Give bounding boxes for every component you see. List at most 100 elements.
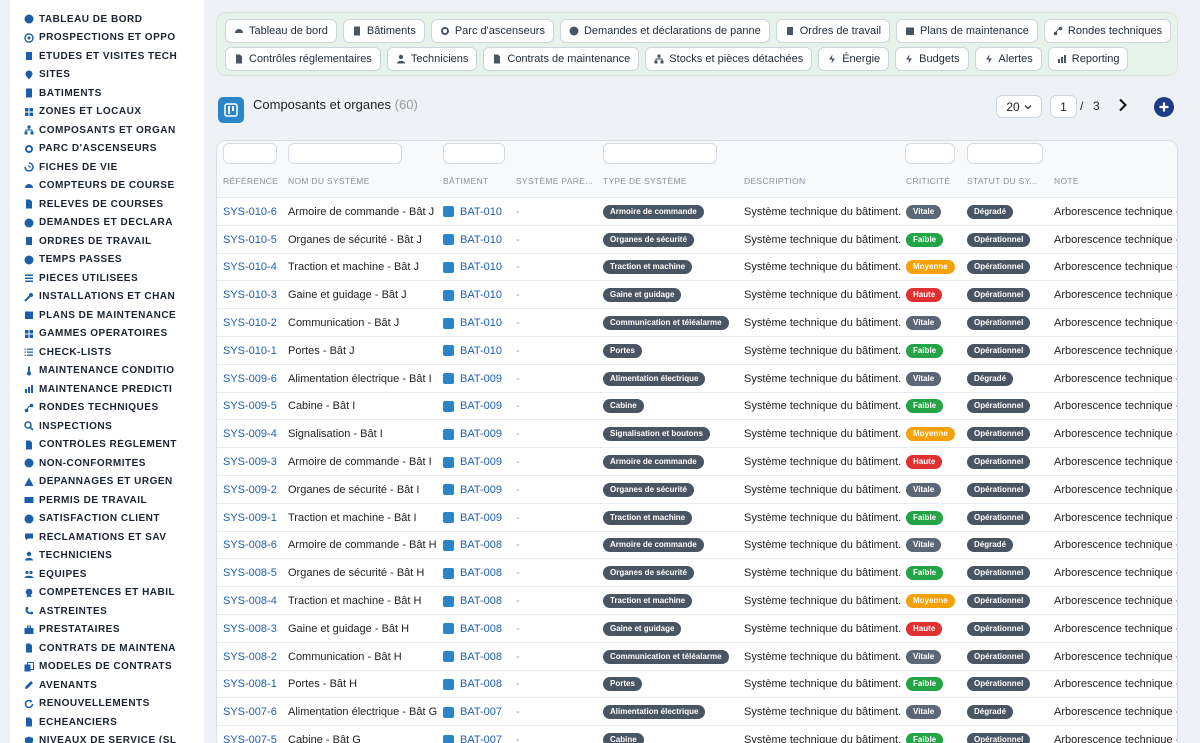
nav-row2-button-0[interactable]: Contrôles réglementaires <box>225 47 381 71</box>
building-link[interactable]: BAT-010 <box>443 198 511 226</box>
nav-row1-button-6[interactable]: Rondes techniques <box>1043 19 1172 43</box>
table-row[interactable]: SYS-008-1 Portes - Bât H BAT-008 - Portes Sys… <box>217 671 1177 699</box>
table-row[interactable]: SYS-008-6 Armoire de commande - Bât H BAT-… <box>217 532 1177 560</box>
table-row[interactable]: SYS-009-4 Signalisation - Bât I BAT-009 - Si… <box>217 420 1177 449</box>
building-link[interactable]: BAT-007 <box>443 726 511 743</box>
table-row[interactable]: SYS-010-5 Organes de sécurité - Bât J BAT-… <box>217 226 1177 254</box>
nav-row1-button-1[interactable]: Bâtiments <box>342 19 425 43</box>
reference-link[interactable]: SYS-008-3 <box>223 615 283 643</box>
table-row[interactable]: SYS-010-1 Portes - Bât J BAT-010 - Portes Sys… <box>217 337 1177 365</box>
sidebar-item-9[interactable]: COMPTEURS DE COURSE <box>10 177 204 196</box>
nav-row2-button-5[interactable]: Budgets <box>895 47 969 71</box>
sidebar-item-0[interactable]: TABLEAU DE BORD <box>10 10 204 29</box>
column-header-0[interactable]: RÉFÉRENCE <box>223 176 283 186</box>
filter-statut[interactable] <box>967 143 1043 164</box>
reference-link[interactable]: SYS-008-4 <box>223 587 283 615</box>
nav-row1-button-3[interactable]: Demandes et déclarations de panne <box>559 19 770 43</box>
sidebar-item-7[interactable]: PARC D'ASCENSEURS <box>10 140 204 159</box>
table-row[interactable]: SYS-008-2 Communication - Bât H BAT-008 - Co… <box>217 643 1177 671</box>
sidebar-item-30[interactable]: ÉQUIPES <box>10 565 204 584</box>
nav-row2-button-3[interactable]: Stocks et pièces détachées <box>645 47 813 71</box>
building-link[interactable]: BAT-008 <box>443 615 511 643</box>
table-row[interactable]: SYS-010-2 Communication - Bât J BAT-010 - Co… <box>217 309 1177 337</box>
filter-reference[interactable] <box>223 143 277 164</box>
reference-link[interactable]: SYS-010-2 <box>223 309 283 337</box>
reference-link[interactable]: SYS-009-6 <box>223 365 283 393</box>
building-link[interactable]: BAT-010 <box>443 337 511 365</box>
nav-row2-button-7[interactable]: Reporting <box>1047 47 1129 71</box>
nav-row1-button-0[interactable]: Tableau de bord <box>225 19 337 43</box>
building-link[interactable]: BAT-010 <box>443 281 511 309</box>
nav-row2-button-1[interactable]: Techniciens <box>386 47 478 71</box>
building-link[interactable]: BAT-008 <box>443 532 511 560</box>
column-header-6[interactable]: CRITICITÉ <box>906 176 961 186</box>
sidebar-item-14[interactable]: PIÈCES UTILISÉES <box>10 269 204 288</box>
table-row[interactable]: SYS-009-1 Traction et machine - Bât I BAT-… <box>217 504 1177 532</box>
sidebar-item-2[interactable]: ÉTUDES ET VISITES TECH <box>10 47 204 66</box>
column-header-7[interactable]: STATUT DU SY... <box>967 176 1047 186</box>
filter-name[interactable] <box>288 143 402 164</box>
sidebar-item-11[interactable]: DEMANDES ET DÉCLARA <box>10 214 204 233</box>
table-row[interactable]: SYS-008-5 Organes de sécurité - Bât H BAT-… <box>217 559 1177 588</box>
sidebar-item-39[interactable]: NIVEAUX DE SERVICE (SL <box>10 732 204 743</box>
sidebar-item-23[interactable]: CONTRÔLES RÉGLEMENT <box>10 436 204 455</box>
nav-row2-button-2[interactable]: Contrats de maintenance <box>483 47 640 71</box>
filter-type[interactable] <box>603 143 717 164</box>
table-row[interactable]: SYS-010-6 Armoire de commande - Bât J BAT-… <box>217 198 1177 226</box>
building-link[interactable]: BAT-008 <box>443 559 511 587</box>
sidebar-item-34[interactable]: CONTRATS DE MAINTENA <box>10 639 204 658</box>
table-row[interactable]: SYS-007-5 Cabine - Bât G BAT-007 - Cabine Sys… <box>217 726 1177 743</box>
building-link[interactable]: BAT-009 <box>443 476 511 504</box>
reference-link[interactable]: SYS-009-4 <box>223 420 283 448</box>
sidebar-item-21[interactable]: RONDES TECHNIQUES <box>10 399 204 418</box>
filter-batiment[interactable] <box>443 143 505 164</box>
building-link[interactable]: BAT-007 <box>443 698 511 726</box>
building-link[interactable]: BAT-008 <box>443 587 511 615</box>
column-header-4[interactable]: TYPE DE SYSTÈME <box>603 176 733 186</box>
sidebar-item-4[interactable]: BÂTIMENTS <box>10 84 204 103</box>
table-row[interactable]: SYS-010-4 Traction et machine - Bât J BAT-… <box>217 254 1177 282</box>
reference-link[interactable]: SYS-009-1 <box>223 504 283 532</box>
building-link[interactable]: BAT-008 <box>443 671 511 699</box>
sidebar-item-18[interactable]: CHECK-LISTS <box>10 343 204 362</box>
sidebar-item-16[interactable]: PLANS DE MAINTENANCE <box>10 306 204 325</box>
table-row[interactable]: SYS-008-3 Gaine et guidage - Bât H BAT-008… <box>217 615 1177 643</box>
add-button[interactable] <box>1154 97 1174 117</box>
reference-link[interactable]: SYS-007-6 <box>223 698 283 726</box>
sidebar-item-12[interactable]: ORDRES DE TRAVAIL <box>10 232 204 251</box>
sidebar-item-24[interactable]: NON-CONFORMITÉS <box>10 454 204 473</box>
sidebar-item-26[interactable]: PERMIS DE TRAVAIL <box>10 491 204 510</box>
reference-link[interactable]: SYS-009-5 <box>223 393 283 421</box>
sidebar-item-8[interactable]: FICHES DE VIE <box>10 158 204 177</box>
table-row[interactable]: SYS-007-6 Alimentation électrique - Bât G… <box>217 698 1177 727</box>
building-link[interactable]: BAT-009 <box>443 393 511 421</box>
reference-link[interactable]: SYS-008-6 <box>223 532 283 560</box>
reference-link[interactable]: SYS-008-1 <box>223 671 283 699</box>
sidebar-item-1[interactable]: PROSPECTIONS ET OPPO <box>10 29 204 48</box>
sidebar-item-25[interactable]: DÉPANNAGES ET URGEN <box>10 473 204 492</box>
nav-row1-button-2[interactable]: Parc d'ascenseurs <box>430 19 554 43</box>
column-header-3[interactable]: SYSTÈME PARE... <box>516 176 596 186</box>
sidebar-item-28[interactable]: RÉCLAMATIONS ET SAV <box>10 528 204 547</box>
next-page-button[interactable] <box>1115 96 1131 114</box>
sidebar-item-3[interactable]: SITES <box>10 66 204 85</box>
reference-link[interactable]: SYS-008-2 <box>223 643 283 671</box>
table-row[interactable]: SYS-008-4 Traction et machine - Bât H BAT-… <box>217 587 1177 615</box>
sidebar-item-31[interactable]: COMPÉTENCES ET HABIL <box>10 584 204 603</box>
reference-link[interactable]: SYS-008-5 <box>223 559 283 587</box>
nav-row1-button-4[interactable]: Ordres de travail <box>775 19 891 43</box>
building-link[interactable]: BAT-008 <box>443 643 511 671</box>
column-header-1[interactable]: NOM DU SYSTÈME <box>288 176 428 186</box>
table-row[interactable]: SYS-009-5 Cabine - Bât I BAT-009 - Cabine Sys… <box>217 393 1177 421</box>
sidebar-item-27[interactable]: SATISFACTION CLIENT <box>10 510 204 529</box>
building-link[interactable]: BAT-010 <box>443 309 511 337</box>
sidebar-item-19[interactable]: MAINTENANCE CONDITIO <box>10 362 204 381</box>
sidebar-item-13[interactable]: TEMPS PASSÉS <box>10 251 204 270</box>
table-row[interactable]: SYS-010-3 Gaine et guidage - Bât J BAT-010… <box>217 281 1177 310</box>
sidebar-item-35[interactable]: MODÈLES DE CONTRATS <box>10 658 204 677</box>
table-row[interactable]: SYS-009-3 Armoire de commande - Bât I BAT-… <box>217 448 1177 476</box>
table-row[interactable]: SYS-009-2 Organes de sécurité - Bât I BAT-… <box>217 476 1177 504</box>
reference-link[interactable]: SYS-009-2 <box>223 476 283 504</box>
reference-link[interactable]: SYS-010-1 <box>223 337 283 365</box>
sidebar-item-38[interactable]: ÉCHÉANCIERS <box>10 713 204 732</box>
